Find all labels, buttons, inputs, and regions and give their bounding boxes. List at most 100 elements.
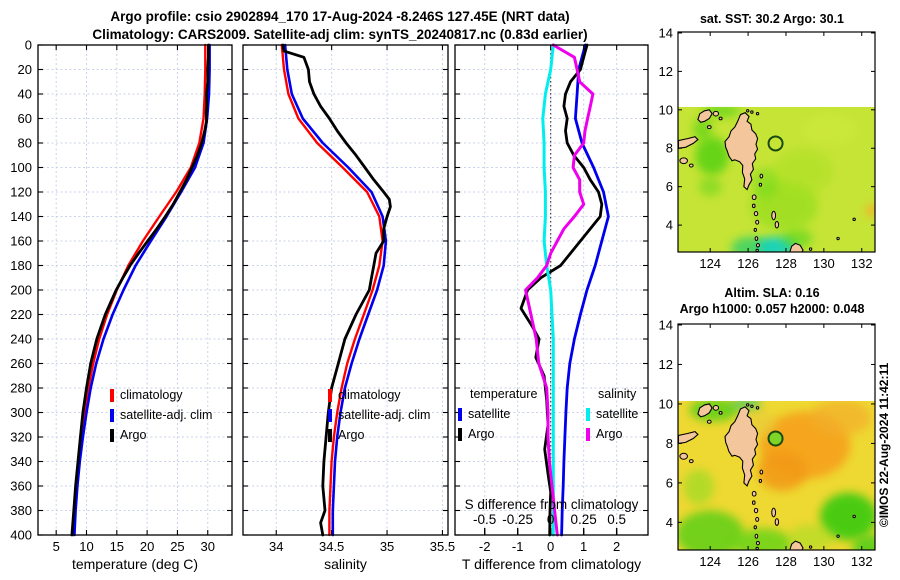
svg-text:128: 128: [775, 554, 797, 569]
svg-text:10: 10: [659, 396, 673, 411]
legend-item-climatology: climatology: [110, 385, 212, 405]
legend-item-climatology: climatology: [328, 385, 430, 405]
svg-text:60: 60: [18, 111, 32, 126]
svg-text:-1: -1: [512, 539, 524, 554]
legend-item-argo: Argo: [458, 424, 537, 444]
sla_map: 124 126 128 130 132 4 6 8 10 12 14: [659, 317, 876, 569]
svg-text:140: 140: [10, 209, 32, 224]
argo-float-marker: [767, 430, 784, 447]
svg-text:0.25: 0.25: [571, 512, 597, 527]
svg-text:132: 132: [851, 256, 873, 271]
svg-text:360: 360: [10, 479, 32, 494]
svg-text:128: 128: [775, 256, 797, 271]
svg-text:10: 10: [659, 102, 673, 117]
svg-text:-2: -2: [479, 539, 491, 554]
legend-item-satellite-adj-clim: satellite-adj. clim: [110, 405, 212, 425]
svg-text:30: 30: [201, 539, 215, 554]
sla-map-title-line1: Altim. SLA: 0.16: [724, 286, 820, 300]
svg-text:0: 0: [547, 512, 555, 527]
legend-line-swatch: [586, 407, 590, 421]
imos-attribution: ©IMOS 22-Aug-2024 11:42:11: [877, 362, 891, 528]
svg-text:280: 280: [10, 381, 32, 396]
salinity-axis-label: salinity: [324, 556, 367, 572]
t-difference-axis-label: T difference from climatology: [461, 556, 642, 572]
svg-text:124: 124: [699, 554, 721, 569]
svg-text:34.5: 34.5: [319, 539, 344, 554]
svg-text:6: 6: [666, 475, 673, 490]
temperature-legend: climatology satellite-adj. clim Argo: [110, 385, 212, 445]
svg-text:130: 130: [813, 256, 835, 271]
legend-label: climatology: [338, 388, 401, 402]
temperature-axis-label: temperature (deg C): [71, 556, 199, 572]
figure-title-line2: Climatology: CARS2009. Satellite-adj cli…: [92, 27, 588, 42]
svg-text:4: 4: [666, 218, 673, 233]
legend-item-satellite-adj-clim: satellite-adj. clim: [328, 405, 430, 425]
legend-label: satellite: [596, 407, 639, 421]
legend-label: Argo: [120, 428, 147, 442]
salinity_profile-panel: 34 34.5 35 35.5: [242, 43, 455, 554]
svg-text:260: 260: [10, 356, 32, 371]
figure-title-line1: Argo profile: csio 2902894_170 17-Aug-20…: [110, 9, 570, 24]
svg-text:4: 4: [666, 515, 673, 530]
svg-text:S difference from climatology: S difference from climatology: [465, 497, 639, 512]
svg-text:25: 25: [170, 539, 184, 554]
svg-text:124: 124: [699, 256, 721, 271]
salinity-profile-climatology-line: [280, 43, 384, 537]
svg-text:8: 8: [666, 436, 673, 451]
temperature_profile-panel: 5 10 15 20 25 300 20 40 60 80 100 120 140 160 180 200 22…: [10, 38, 233, 554]
legend-item-satellite: satellite: [458, 404, 537, 424]
svg-text:120: 120: [10, 185, 32, 200]
svg-text:0: 0: [547, 539, 554, 554]
legend-line-swatch: [328, 408, 332, 422]
svg-text:1: 1: [580, 539, 587, 554]
svg-text:126: 126: [737, 256, 759, 271]
svg-text:340: 340: [10, 454, 32, 469]
svg-text:126: 126: [737, 554, 759, 569]
legend-line-swatch: [458, 427, 462, 441]
legend-line-swatch: [458, 407, 462, 421]
svg-text:80: 80: [18, 136, 32, 151]
legend-line-swatch: [110, 388, 114, 402]
svg-text:220: 220: [10, 307, 32, 322]
legend-item-argo: Argo: [110, 425, 212, 445]
svg-text:12: 12: [659, 64, 673, 79]
svg-text:20: 20: [140, 539, 154, 554]
svg-text:300: 300: [10, 405, 32, 420]
sst_map: 124 126 128 130 132 4 6 8 10 12 14: [659, 25, 876, 271]
legend-line-swatch: [110, 408, 114, 422]
svg-text:10: 10: [79, 539, 93, 554]
svg-text:400: 400: [10, 528, 32, 543]
svg-text:240: 240: [10, 332, 32, 347]
svg-text:14: 14: [659, 317, 673, 332]
legend-label: Argo: [338, 428, 365, 442]
salinity-legend: climatology satellite-adj. clim Argo: [328, 385, 430, 445]
svg-text:132: 132: [851, 554, 873, 569]
svg-text:-0.25: -0.25: [502, 512, 533, 527]
svg-text:320: 320: [10, 430, 32, 445]
svg-text:160: 160: [10, 234, 32, 249]
legend-label: satellite-adj. clim: [120, 408, 213, 422]
legend-label: satellite-adj. clim: [338, 408, 431, 422]
svg-text:180: 180: [10, 258, 32, 273]
legend-header-temperature: temperature: [470, 387, 538, 401]
svg-text:35: 35: [380, 539, 394, 554]
svg-text:34: 34: [269, 539, 283, 554]
legend-label: satellite: [468, 407, 511, 421]
sst-map-title: sat. SST: 30.2 Argo: 30.1: [699, 12, 845, 26]
svg-text:5: 5: [53, 539, 60, 554]
legend-line-swatch: [328, 428, 332, 442]
sla-map-title-line2: Argo h1000: 0.057 h2000: 0.048: [679, 302, 865, 316]
legend-label: Argo: [596, 427, 623, 441]
legend-item-argo: Argo: [328, 425, 430, 445]
svg-text:-0.5: -0.5: [473, 512, 496, 527]
svg-text:15: 15: [110, 539, 124, 554]
difference_profile-panel: S difference from climatology-0.5 -0.25 0 0…: [454, 43, 649, 554]
svg-text:100: 100: [10, 160, 32, 175]
svg-text:380: 380: [10, 503, 32, 518]
svg-text:40: 40: [18, 87, 32, 102]
svg-text:0.5: 0.5: [607, 512, 626, 527]
legend-line-swatch: [586, 427, 590, 441]
legend-header-salinity: salinity: [598, 387, 637, 401]
legend-line-swatch: [110, 428, 114, 442]
svg-text:8: 8: [666, 141, 673, 156]
